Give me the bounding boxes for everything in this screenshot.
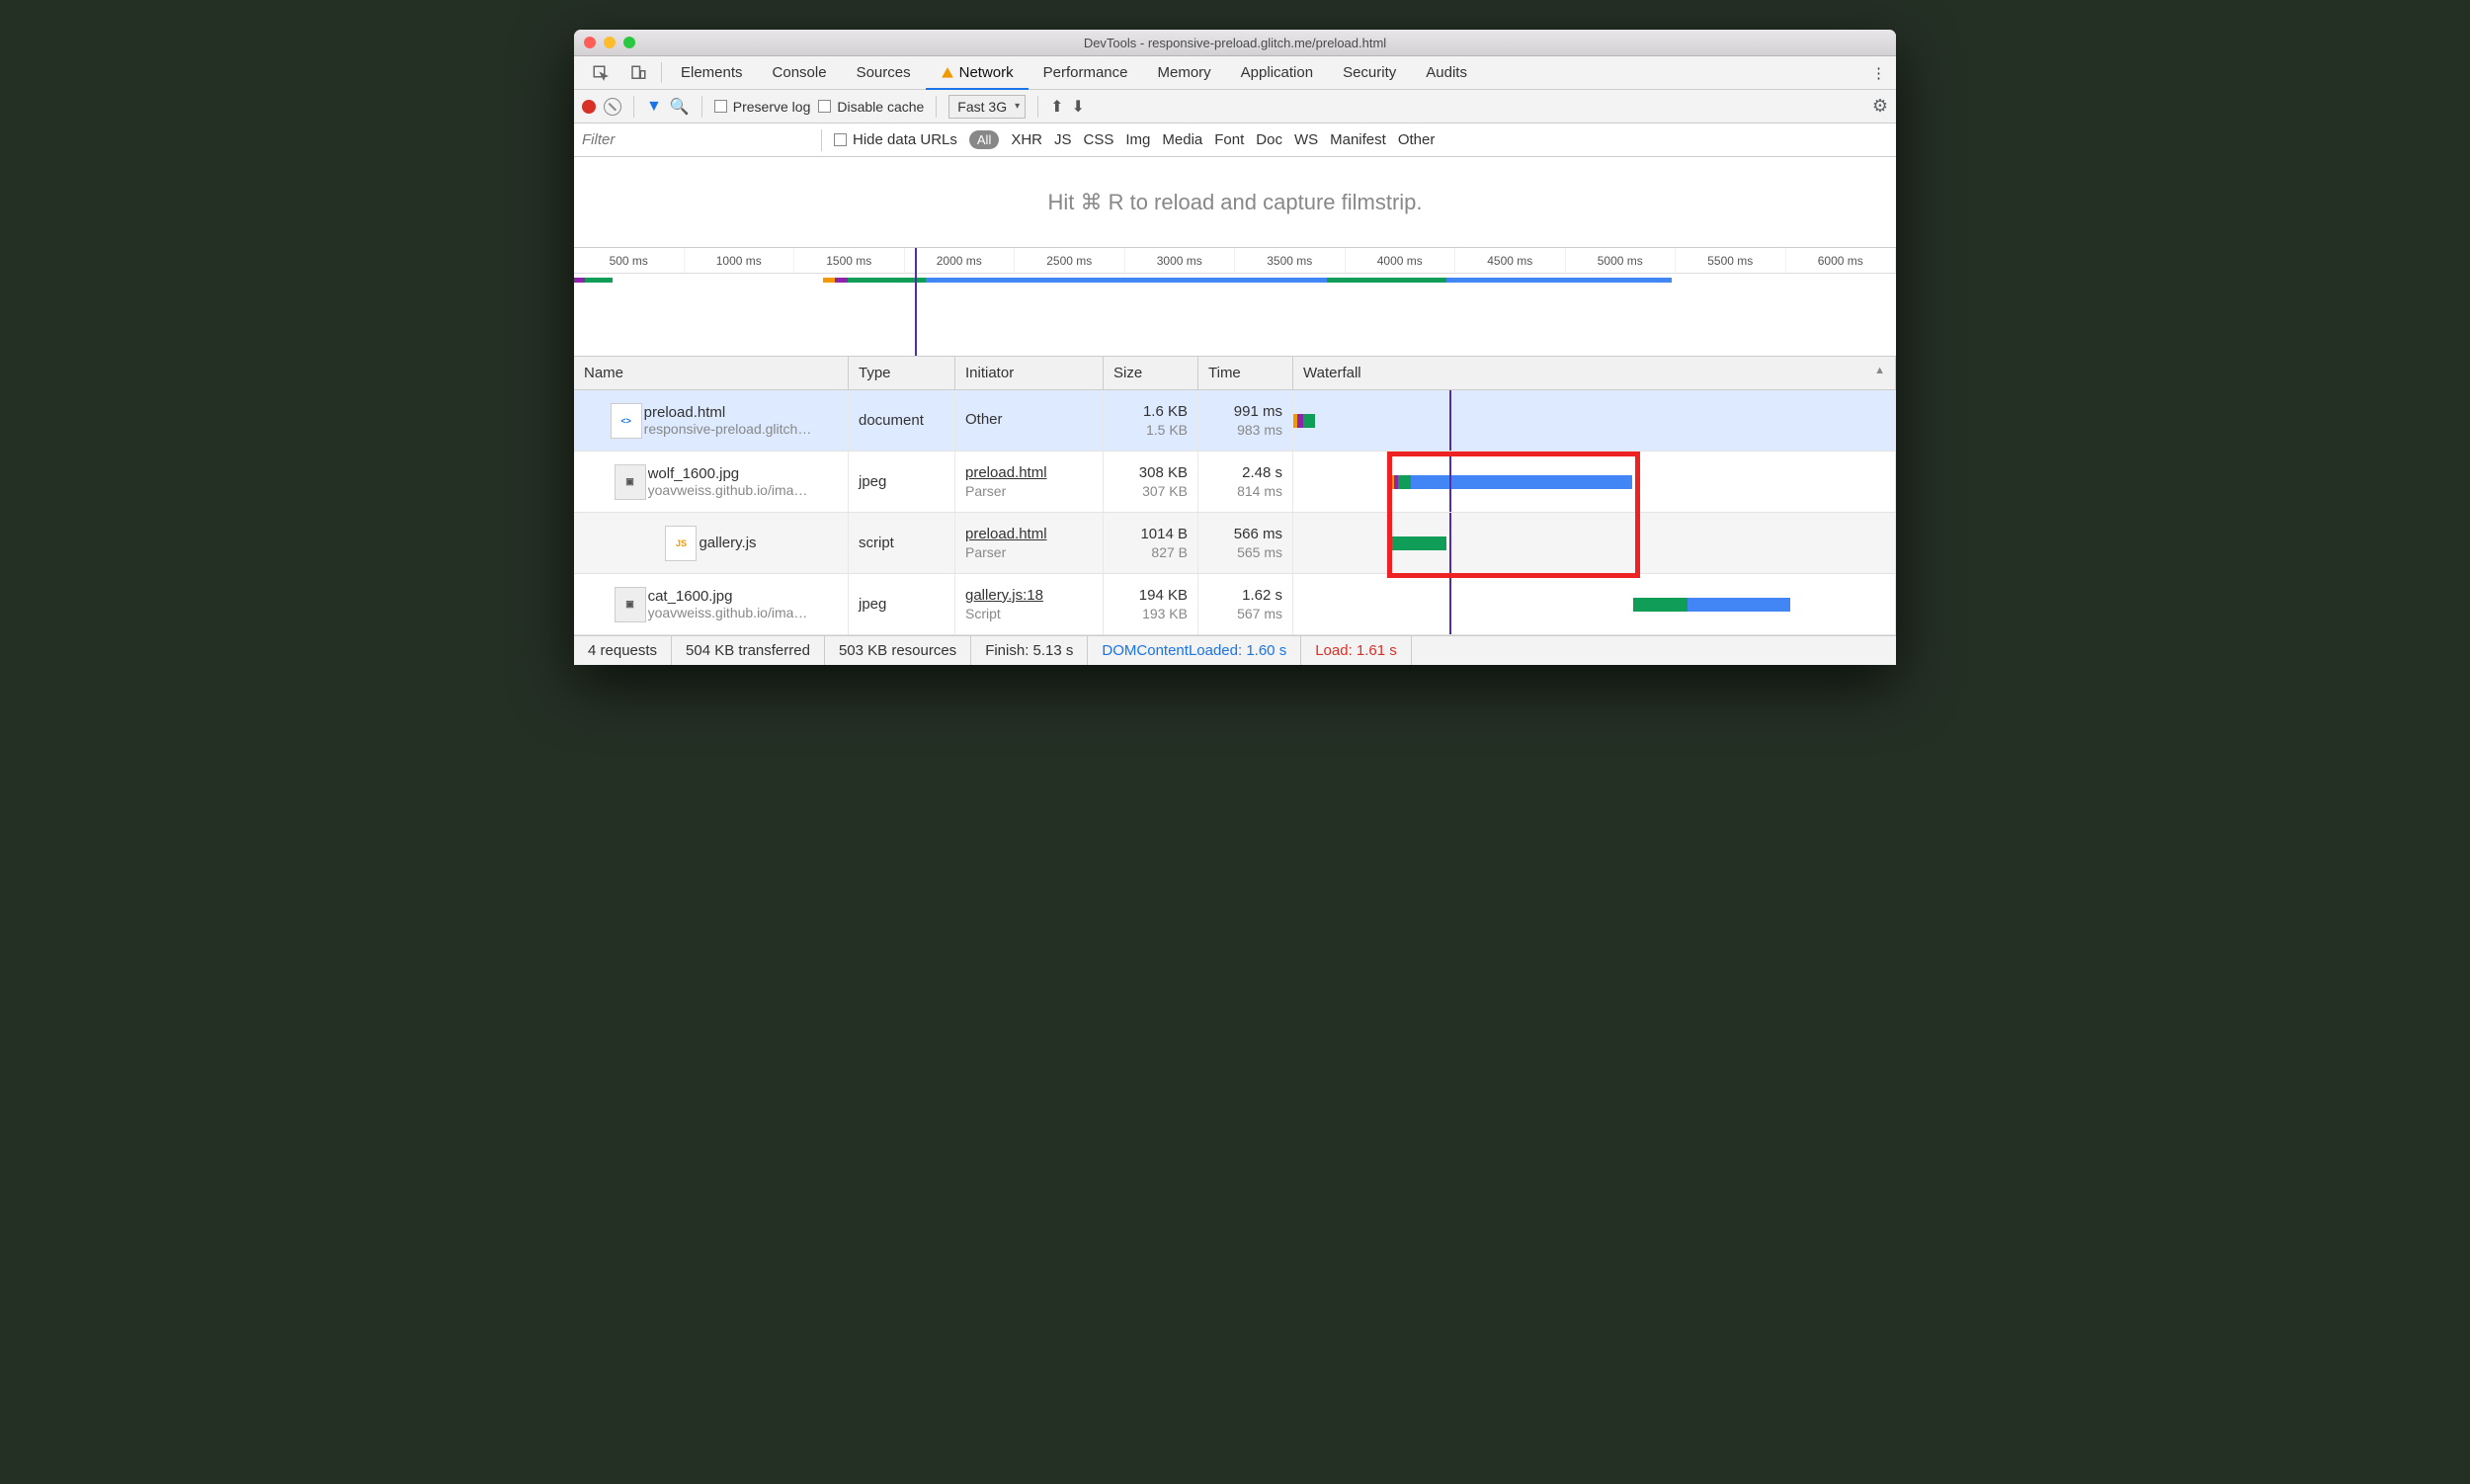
file-icon: ▣ <box>615 587 646 622</box>
device-toolbar-icon[interactable] <box>619 56 657 89</box>
file-icon: JS <box>665 526 697 561</box>
cell-type: script <box>849 513 955 573</box>
throttling-select[interactable]: Fast 3G <box>948 95 1026 119</box>
tab-performance[interactable]: Performance <box>1029 56 1143 89</box>
cell-size: 1014 B827 B <box>1104 513 1198 573</box>
cell-type: jpeg <box>849 452 955 512</box>
search-icon[interactable]: 🔍 <box>670 97 690 117</box>
table-row[interactable]: <>preload.htmlresponsive-preload.glitch…… <box>574 390 1896 452</box>
tab-sources[interactable]: Sources <box>842 56 926 89</box>
cell-waterfall <box>1293 390 1896 451</box>
tab-application[interactable]: Application <box>1226 56 1328 89</box>
cell-time: 2.48 s814 ms <box>1198 452 1293 512</box>
cell-size: 194 KB193 KB <box>1104 574 1198 634</box>
network-toolbar: ▼ 🔍 Preserve log Disable cache Fast 3G ⬆… <box>574 90 1896 124</box>
cell-waterfall <box>1293 513 1896 573</box>
col-size[interactable]: Size <box>1104 357 1198 389</box>
table-row[interactable]: ▣wolf_1600.jpgyoavweiss.github.io/ima… j… <box>574 452 1896 513</box>
window-title: DevTools - responsive-preload.glitch.me/… <box>574 36 1896 50</box>
cell-initiator: preload.htmlParser <box>955 452 1104 512</box>
inspect-element-icon[interactable] <box>582 56 619 89</box>
disable-cache-checkbox[interactable]: Disable cache <box>818 99 924 115</box>
settings-gear-icon[interactable]: ⚙ <box>1872 96 1888 117</box>
cell-type: document <box>849 390 955 451</box>
cell-waterfall <box>1293 452 1896 512</box>
cell-waterfall <box>1293 574 1896 634</box>
cell-size: 1.6 KB1.5 KB <box>1104 390 1198 451</box>
tab-console[interactable]: Console <box>758 56 842 89</box>
filter-toggle-icon[interactable]: ▼ <box>646 98 662 116</box>
cell-initiator: Other <box>955 390 1104 451</box>
status-transferred: 504 KB transferred <box>672 636 825 665</box>
request-name: preload.html <box>644 404 812 421</box>
request-domain: yoavweiss.github.io/ima… <box>648 482 808 498</box>
kebab-menu-icon[interactable]: ⋮ <box>1861 56 1896 89</box>
request-name: cat_1600.jpg <box>648 588 808 605</box>
request-domain: yoavweiss.github.io/ima… <box>648 605 808 620</box>
cell-initiator: gallery.js:18Script <box>955 574 1104 634</box>
request-name: wolf_1600.jpg <box>648 465 808 482</box>
cell-time: 991 ms983 ms <box>1198 390 1293 451</box>
tab-audits[interactable]: Audits <box>1411 56 1482 89</box>
upload-har-icon[interactable]: ⬆ <box>1050 97 1063 117</box>
filter-font[interactable]: Font <box>1214 131 1244 148</box>
status-finish: Finish: 5.13 s <box>971 636 1088 665</box>
filter-xhr[interactable]: XHR <box>1011 131 1042 148</box>
warning-icon <box>941 66 954 80</box>
clear-button[interactable] <box>604 98 621 116</box>
cell-size: 308 KB307 KB <box>1104 452 1198 512</box>
download-har-icon[interactable]: ⬇ <box>1072 97 1085 117</box>
col-time[interactable]: Time <box>1198 357 1293 389</box>
main-tabs: Elements Console Sources Network Perform… <box>574 56 1896 90</box>
filter-doc[interactable]: Doc <box>1256 131 1282 148</box>
filter-js[interactable]: JS <box>1054 131 1072 148</box>
cell-initiator: preload.htmlParser <box>955 513 1104 573</box>
table-row[interactable]: ▣cat_1600.jpgyoavweiss.github.io/ima… jp… <box>574 574 1896 635</box>
cell-type: jpeg <box>849 574 955 634</box>
hide-data-urls-checkbox[interactable]: Hide data URLs <box>834 131 957 148</box>
request-domain: responsive-preload.glitch… <box>644 421 812 437</box>
table-row[interactable]: JSgallery.js script preload.htmlParser 1… <box>574 513 1896 574</box>
request-table: <>preload.htmlresponsive-preload.glitch…… <box>574 390 1896 635</box>
status-resources: 503 KB resources <box>825 636 971 665</box>
record-button[interactable] <box>582 100 596 114</box>
filter-css[interactable]: CSS <box>1084 131 1114 148</box>
status-bar: 4 requests 504 KB transferred 503 KB res… <box>574 635 1896 665</box>
filter-input[interactable] <box>582 131 809 148</box>
filmstrip-hint: Hit ⌘ R to reload and capture filmstrip. <box>574 157 1896 248</box>
status-load: Load: 1.61 s <box>1301 636 1412 665</box>
col-type[interactable]: Type <box>849 357 955 389</box>
filter-media[interactable]: Media <box>1162 131 1202 148</box>
table-header: Name Type Initiator Size Time Waterfall▲ <box>574 357 1896 390</box>
cell-time: 566 ms565 ms <box>1198 513 1293 573</box>
window-titlebar: DevTools - responsive-preload.glitch.me/… <box>574 30 1896 56</box>
filter-ws[interactable]: WS <box>1294 131 1318 148</box>
col-initiator[interactable]: Initiator <box>955 357 1104 389</box>
file-icon: ▣ <box>615 464 646 500</box>
filter-other[interactable]: Other <box>1398 131 1436 148</box>
tab-network[interactable]: Network <box>926 56 1029 89</box>
filter-manifest[interactable]: Manifest <box>1330 131 1386 148</box>
filter-all[interactable]: All <box>969 130 999 149</box>
timeline-overview[interactable]: 500 ms1000 ms1500 ms2000 ms2500 ms3000 m… <box>574 248 1896 357</box>
filter-img[interactable]: Img <box>1125 131 1150 148</box>
tab-memory[interactable]: Memory <box>1143 56 1226 89</box>
status-dcl: DOMContentLoaded: 1.60 s <box>1088 636 1301 665</box>
request-name: gallery.js <box>699 535 756 551</box>
file-icon: <> <box>611 403 642 439</box>
cell-time: 1.62 s567 ms <box>1198 574 1293 634</box>
tab-elements[interactable]: Elements <box>666 56 758 89</box>
col-waterfall[interactable]: Waterfall▲ <box>1293 357 1896 389</box>
status-requests: 4 requests <box>574 636 672 665</box>
preserve-log-checkbox[interactable]: Preserve log <box>714 99 811 115</box>
tab-security[interactable]: Security <box>1328 56 1411 89</box>
filter-bar: Hide data URLs All XHR JS CSS Img Media … <box>574 124 1896 157</box>
col-name[interactable]: Name <box>574 357 849 389</box>
